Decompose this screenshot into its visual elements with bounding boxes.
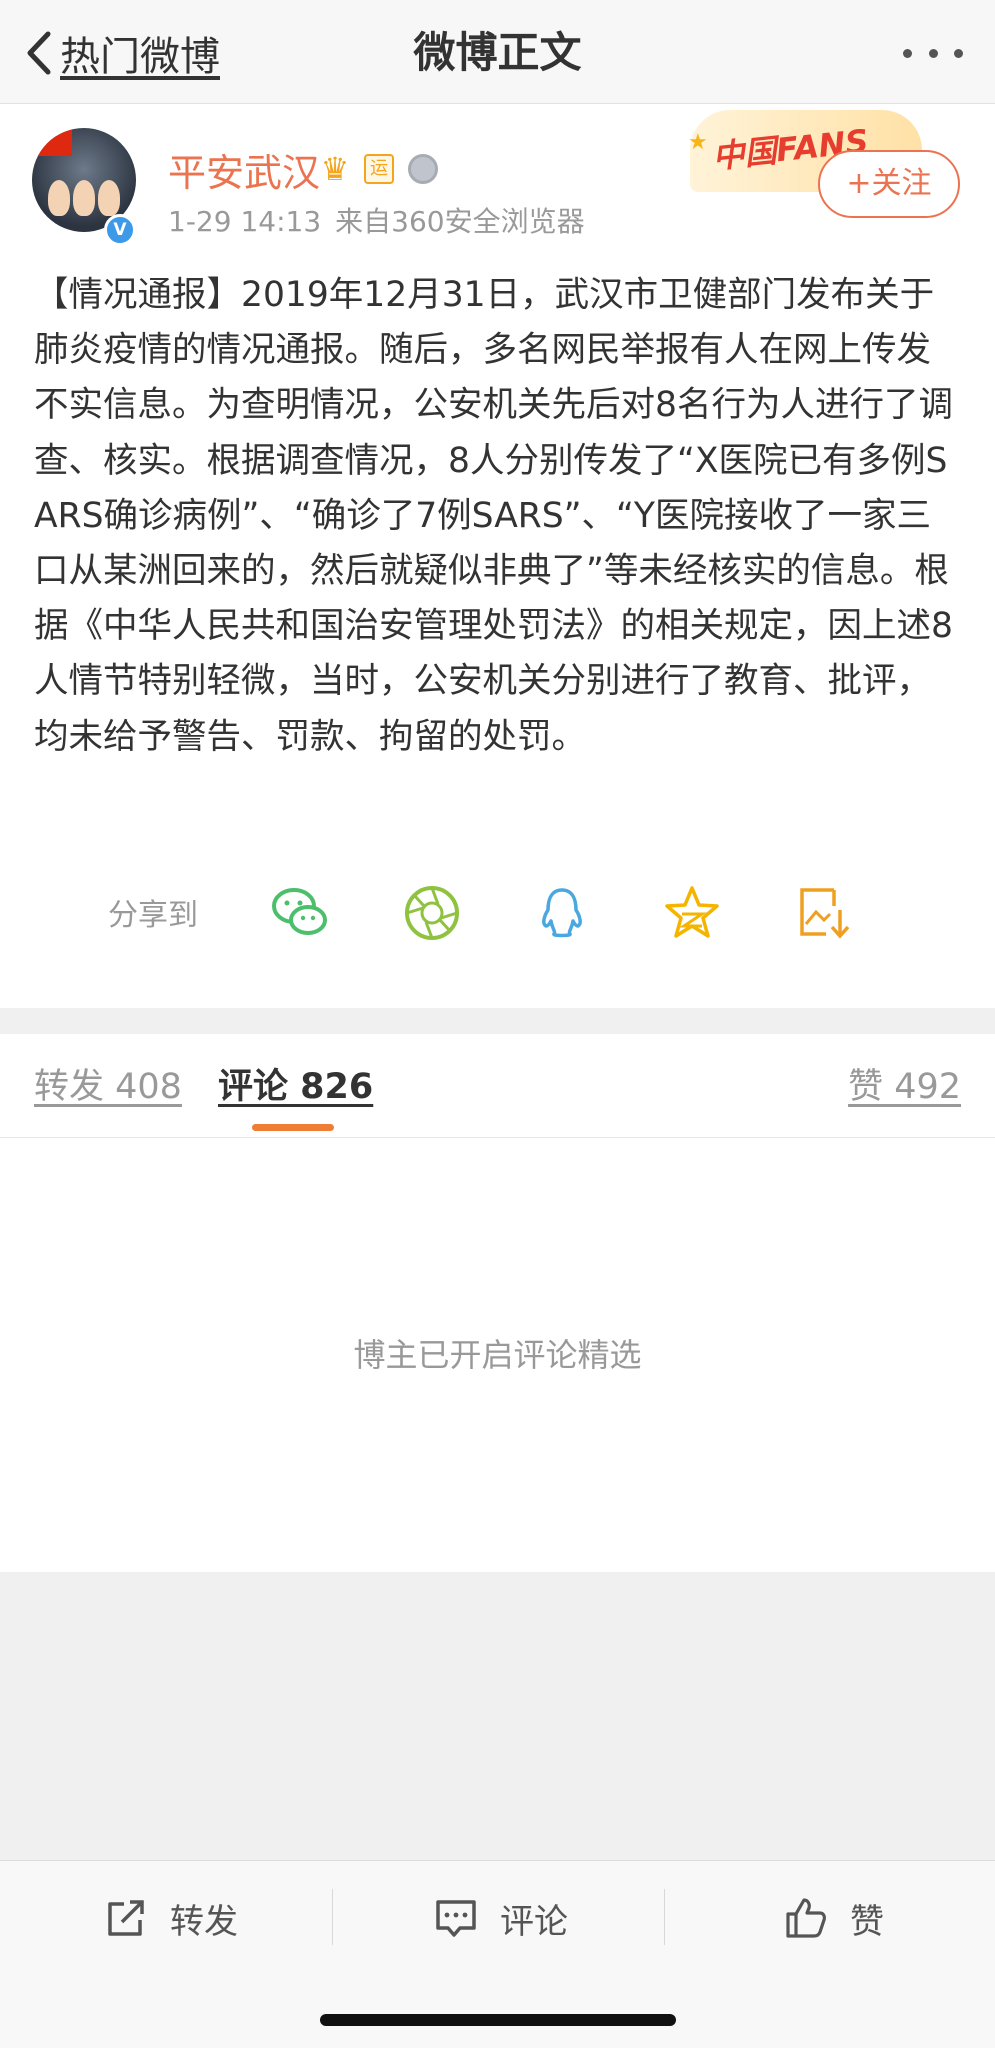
comments-panel: 博主已开启评论精选 [0, 1138, 995, 1572]
page-title: 微博正文 [413, 28, 582, 77]
interaction-tabs: 转发 408 评论 826 赞 492 [0, 1034, 995, 1138]
moments-icon[interactable] [402, 884, 462, 942]
post-source: 来自360安全浏览器 [335, 205, 585, 238]
home-indicator[interactable] [320, 2014, 676, 2026]
user-badges: ♛ 运 [318, 152, 438, 186]
tab-like[interactable]: 赞 492 [848, 1064, 961, 1110]
qq-icon[interactable] [532, 884, 592, 942]
comment-icon [436, 1900, 476, 1937]
wechat-icon[interactable] [270, 884, 330, 942]
tab-comment[interactable]: 评论 826 [218, 1064, 373, 1110]
share-row: 分享到 [0, 870, 995, 954]
divider [664, 1889, 665, 1945]
section-divider [0, 1008, 995, 1034]
comments-notice: 博主已开启评论精选 [353, 1336, 642, 1374]
tab-repost[interactable]: 转发 408 [34, 1064, 182, 1110]
verified-badge-icon: V [104, 214, 136, 246]
medal-icon[interactable] [408, 154, 438, 184]
thumbs-up-icon [786, 1898, 826, 1938]
save-image-icon[interactable] [794, 884, 854, 942]
repost-button[interactable]: 转发 [104, 1891, 238, 1945]
share-arrow-icon [108, 1900, 144, 1936]
username[interactable]: 平安武汉 [168, 148, 320, 198]
like-label: 赞 [850, 1901, 884, 1942]
repost-label: 转发 [170, 1901, 238, 1942]
divider [332, 1889, 333, 1945]
star-icon: ★ [688, 130, 708, 155]
qzone-icon[interactable] [662, 884, 722, 942]
crown-icon[interactable]: ♛ [318, 152, 352, 186]
post-time: 1-29 14:13 [168, 205, 322, 238]
post-header: V 平安武汉 ♛ 运 1-29 14:13来自360安全浏览器 ★ 中国FANS… [0, 104, 995, 264]
flag-icon [32, 128, 72, 156]
active-tab-indicator [252, 1124, 334, 1131]
nav-bar: 热门微博 微博正文 [0, 0, 995, 104]
comment-button[interactable]: 评论 [434, 1891, 568, 1945]
like-button[interactable]: 赞 [784, 1891, 884, 1945]
comment-label: 评论 [500, 1901, 568, 1942]
post-content: 【情况通报】2019年12月31日，武汉市卫健部门发布关于肺炎疫情的情况通报。随… [34, 275, 953, 757]
share-label: 分享到 [108, 898, 198, 933]
post-meta: 1-29 14:13 来自360安全浏览器 [168, 202, 585, 242]
empty-space [0, 1572, 995, 1860]
yun-badge-icon[interactable]: 运 [364, 154, 394, 184]
follow-button[interactable]: +关注 [818, 150, 960, 218]
ellipsis-icon[interactable] [903, 36, 963, 70]
